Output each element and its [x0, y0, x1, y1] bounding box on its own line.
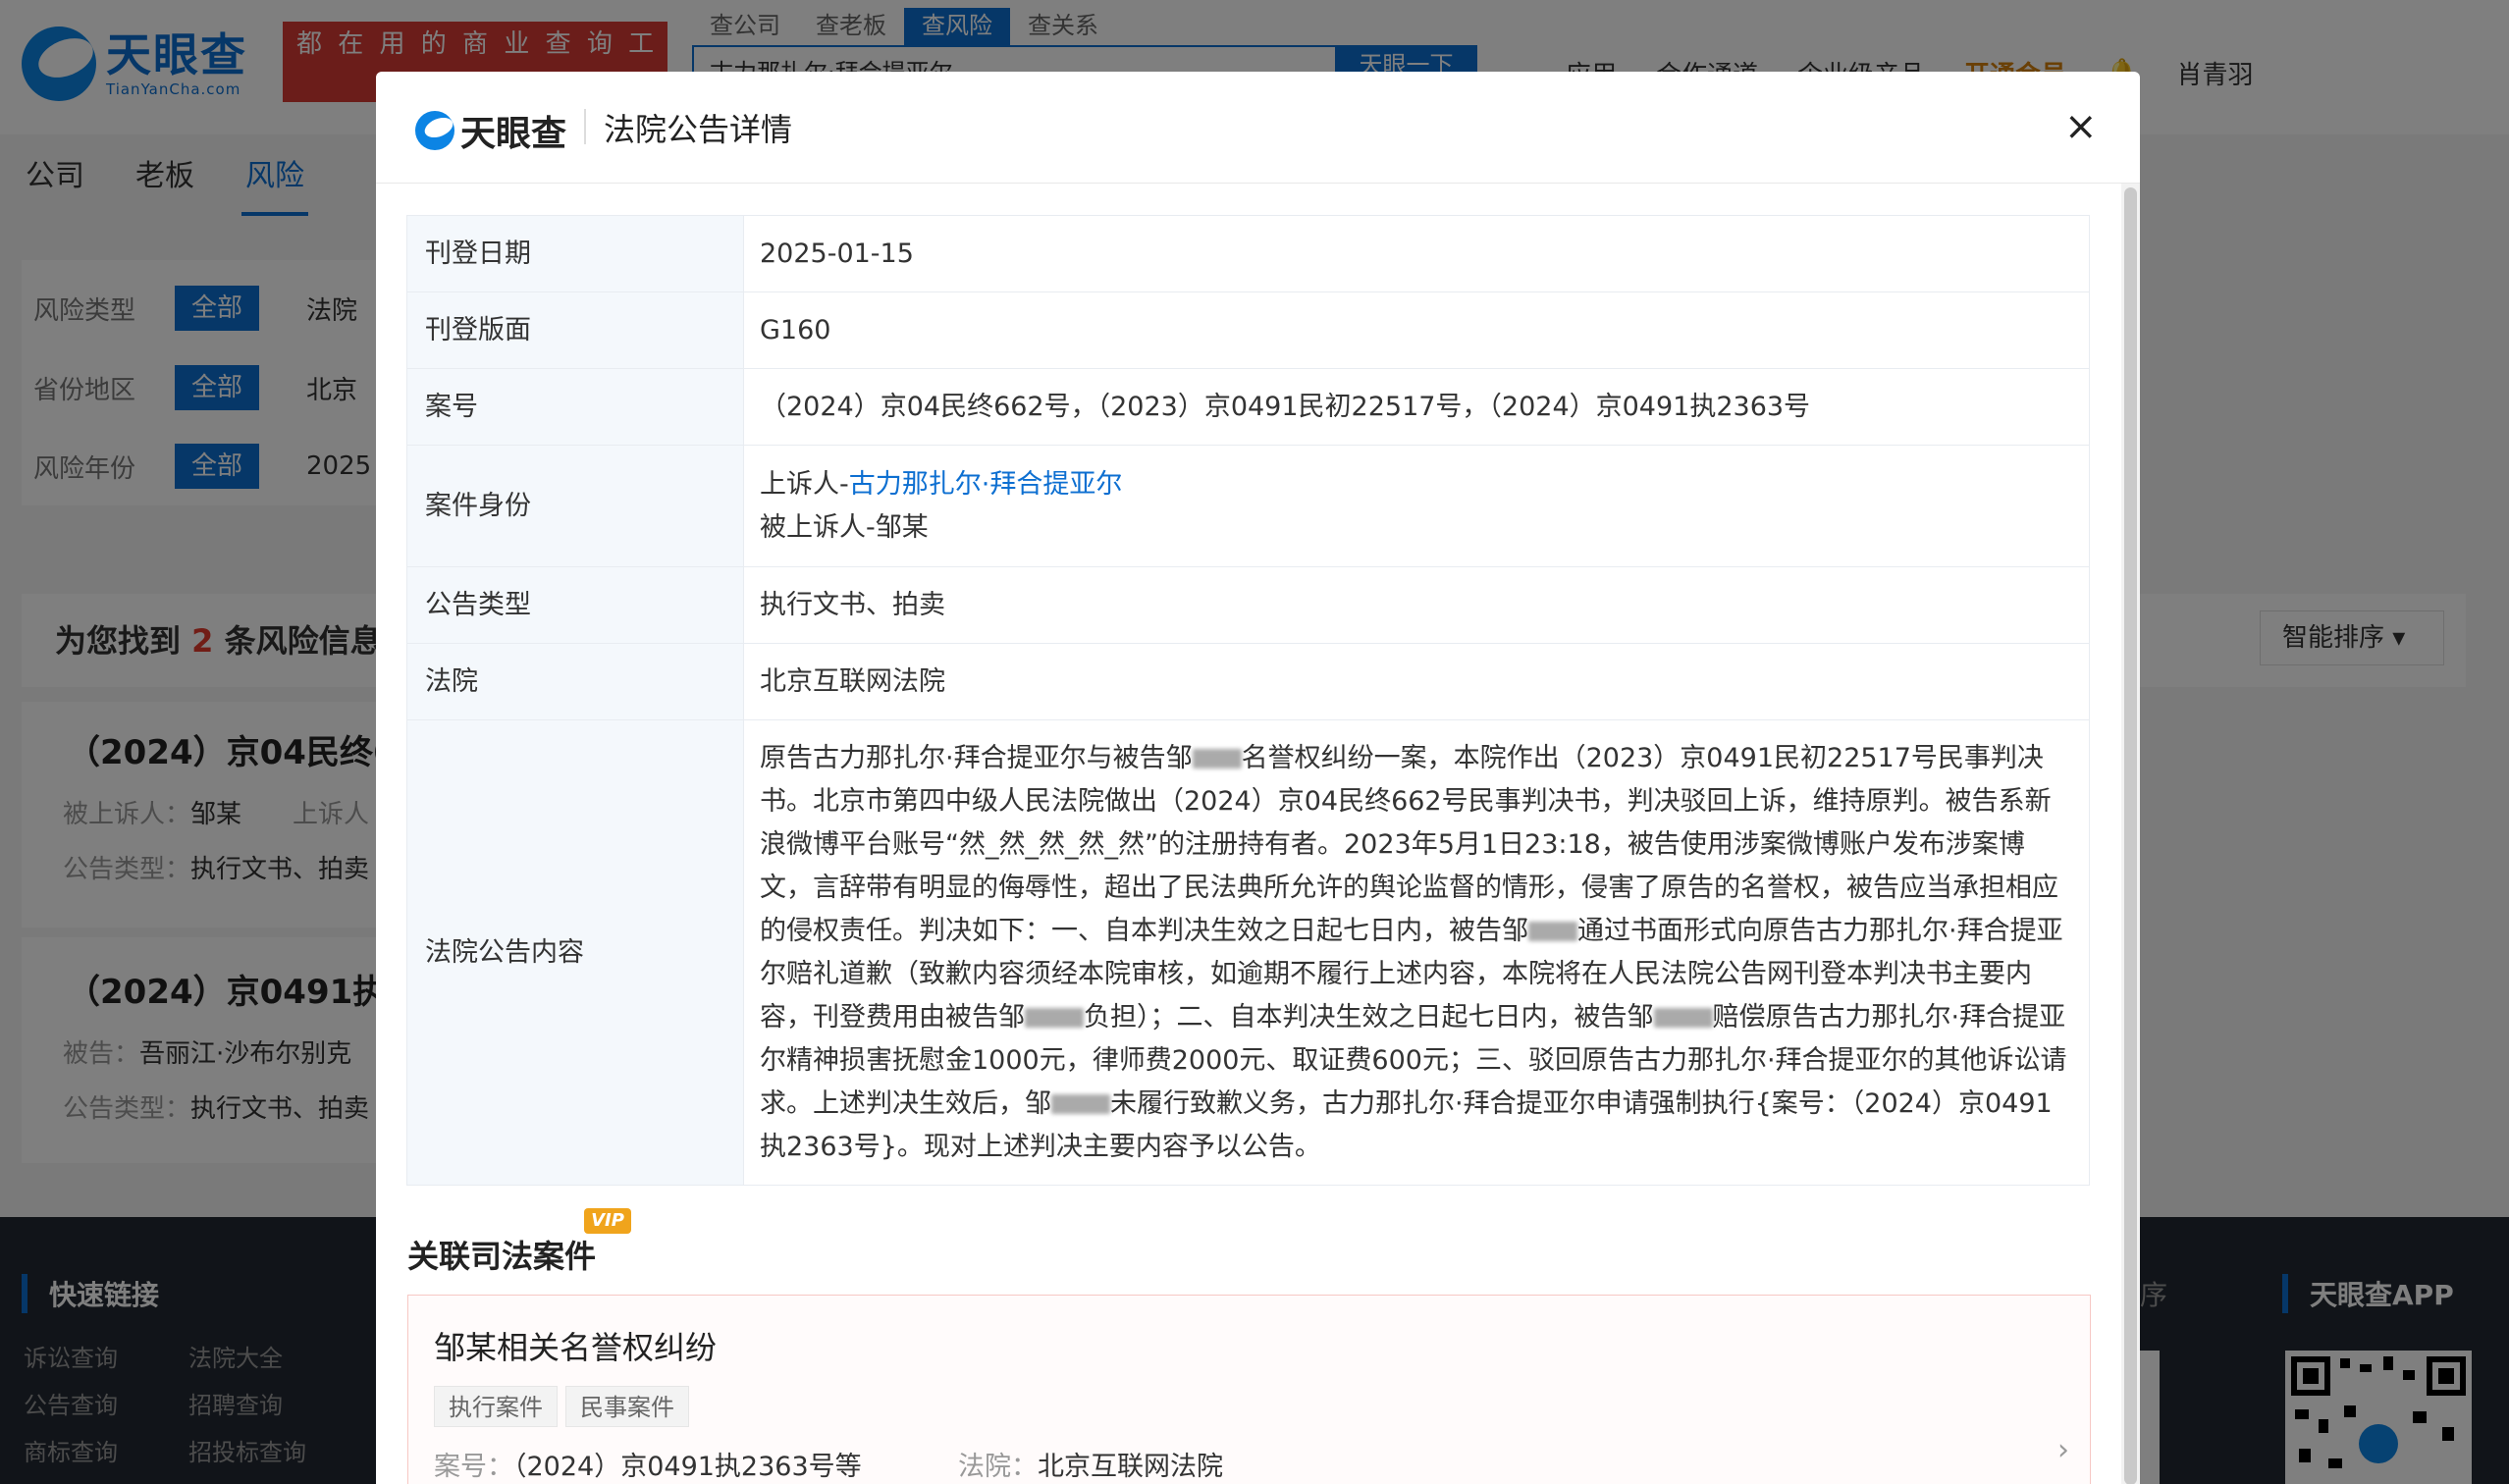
court-name: 北京互联网法院 [743, 643, 2090, 720]
modal-header: 天眼查 法院公告详情 × [376, 72, 2140, 184]
redacted-name [1025, 1008, 1084, 1028]
redacted-name [1192, 749, 1242, 768]
related-case-number: 案号：（2024）京0491执2363号等 [434, 1452, 862, 1482]
appellant-link[interactable]: 古力那扎尔·拜合提亚尔 [849, 469, 1123, 500]
redacted-name [1653, 1008, 1713, 1028]
logo-eye-icon [415, 111, 454, 150]
related-case-card[interactable]: 邹某相关名誉权纠纷 执行案件 民事案件 案号：（2024）京0491执2363号… [407, 1295, 2091, 1484]
table-row: 法院 北京互联网法院 [406, 643, 2090, 720]
respondent: 被上诉人-邹某 [760, 511, 929, 543]
court-notice-modal: 天眼查 法院公告详情 × 刊登日期 2025-01-15 刊登版面 G160 案… [376, 72, 2140, 1484]
modal-logo: 天眼查 [415, 105, 566, 156]
chevron-right-icon[interactable]: › [2057, 1433, 2069, 1467]
publish-date: 2025-01-15 [743, 215, 2090, 292]
redacted-name [1528, 922, 1577, 941]
related-cases-heading: 关联司法案件 [407, 1238, 597, 1275]
vip-badge: VIP [584, 1208, 631, 1234]
related-case-title[interactable]: 邹某相关名誉权纠纷 [434, 1323, 717, 1368]
row-label: 案件身份 [406, 445, 744, 567]
modal-title: 法院公告详情 [604, 111, 793, 148]
row-label: 法院公告内容 [406, 719, 744, 1186]
scrollbar-thumb[interactable] [2124, 187, 2137, 1484]
table-row: 法院公告内容 原告古力那扎尔·拜合提亚尔与被告邹 名誉权纠纷一案，本院作出（202… [406, 719, 2090, 1186]
table-row: 刊登日期 2025-01-15 [406, 215, 2090, 292]
publish-page: G160 [743, 292, 2090, 369]
table-row: 案号 （2024）京04民终662号，（2023）京0491民初22517号，（… [406, 368, 2090, 446]
case-roles: 上诉人-古力那扎尔·拜合提亚尔 被上诉人-邹某 [743, 445, 2090, 567]
row-label: 案号 [406, 368, 744, 446]
row-label: 刊登版面 [406, 292, 744, 369]
row-label: 法院 [406, 643, 744, 720]
case-number-link[interactable]: （2024）京04民终662号，（2023）京0491民初22517号，（202… [743, 368, 2090, 446]
table-row: 刊登版面 G160 [406, 292, 2090, 369]
header-divider [584, 109, 586, 144]
case-tag: 执行案件 [434, 1386, 558, 1427]
notice-type: 执行文书、拍卖 [743, 566, 2090, 644]
table-row: 案件身份 上诉人-古力那扎尔·拜合提亚尔 被上诉人-邹某 [406, 445, 2090, 567]
role-prefix: 上诉人- [760, 468, 849, 500]
table-row: 公告类型 执行文书、拍卖 [406, 566, 2090, 644]
modal-logo-text: 天眼查 [460, 114, 567, 154]
related-case-court: 法院：北京互联网法院 [958, 1452, 1223, 1482]
row-label: 公告类型 [406, 566, 744, 644]
redacted-name [1051, 1094, 1110, 1114]
case-tag: 民事案件 [565, 1386, 689, 1427]
notice-detail-table: 刊登日期 2025-01-15 刊登版面 G160 案号 （2024）京04民终… [406, 215, 2090, 1186]
close-icon[interactable]: × [2064, 103, 2098, 150]
notice-content: 原告古力那扎尔·拜合提亚尔与被告邹 名誉权纠纷一案，本院作出（2023）京0491… [743, 719, 2090, 1186]
row-label: 刊登日期 [406, 215, 744, 292]
